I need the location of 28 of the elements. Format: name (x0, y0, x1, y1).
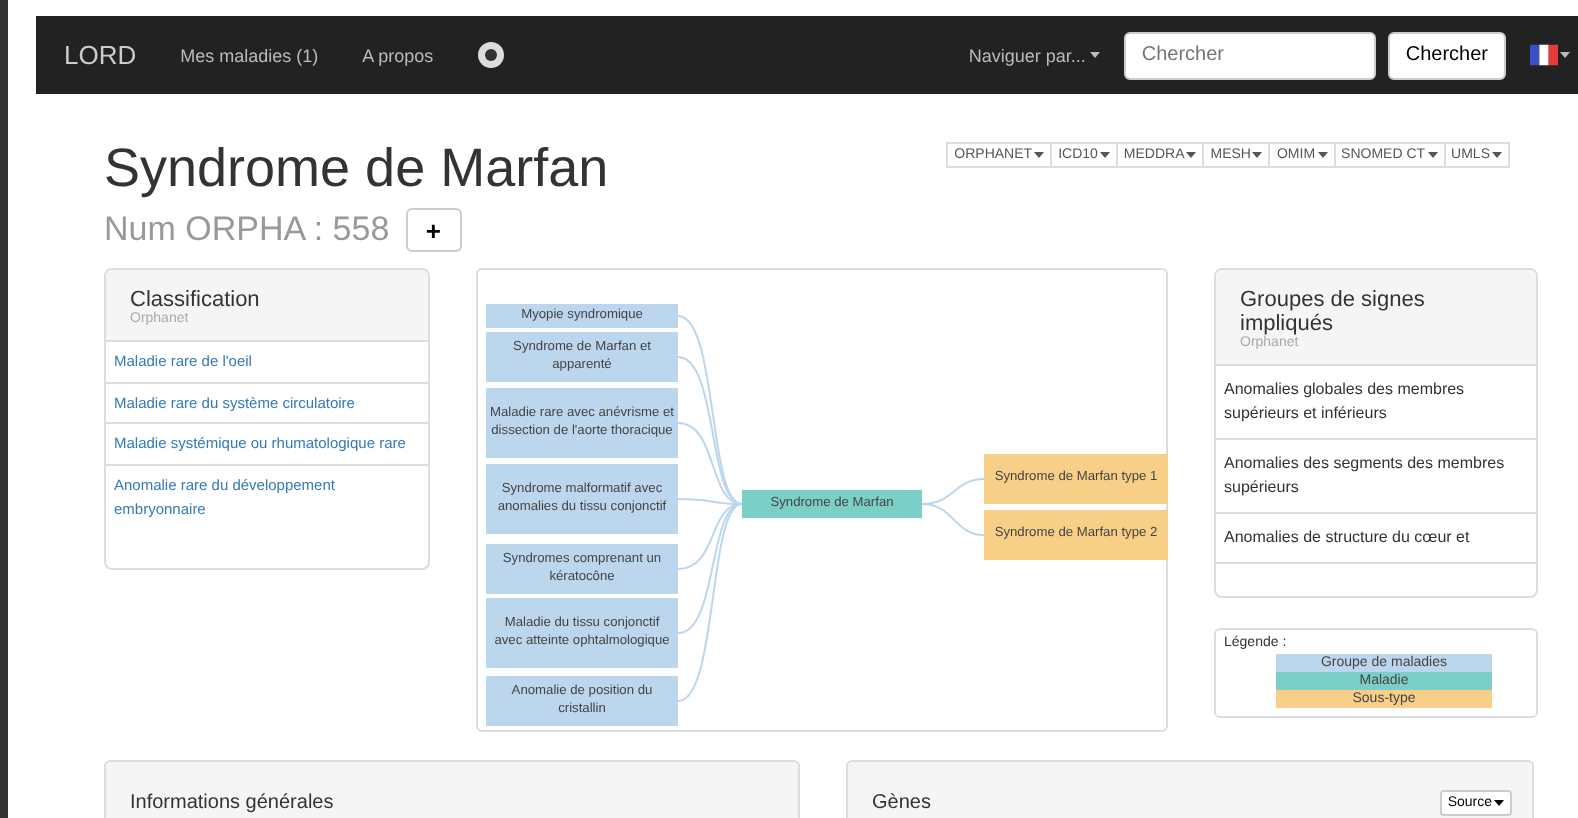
caret-icon (1317, 152, 1328, 158)
caret-icon (1494, 799, 1504, 805)
panel-title: Classification (130, 288, 262, 312)
language-dropdown[interactable] (1530, 44, 1570, 66)
add-button[interactable]: + (405, 208, 462, 252)
brand-link[interactable]: LORD (64, 40, 137, 70)
caret-icon (1099, 152, 1110, 158)
connector-line (921, 503, 985, 536)
nav-link[interactable]: Mes maladies (1) (180, 45, 319, 65)
caret-icon (1252, 152, 1263, 158)
page-title: Syndrome de Marfan (104, 138, 609, 200)
caret-icon (1427, 152, 1438, 158)
search-button[interactable]: Chercher (1387, 31, 1506, 79)
caret-icon (1089, 52, 1100, 58)
sign-group-item[interactable]: Anomalies globales des membres supérieurs et inférieurs (1216, 366, 1536, 440)
caret-icon (1492, 152, 1502, 158)
nav-link[interactable]: A propos (362, 45, 434, 65)
caret-icon (1560, 52, 1570, 58)
orpha-number: Num ORPHA : 558 (104, 210, 390, 250)
panel-title: Groupes de signes impliqués (1240, 288, 1427, 336)
sign-group-item[interactable]: Anomalies des segments des membres supérieurs (1216, 440, 1536, 514)
browse-dropdown[interactable]: Naviguer par... (968, 45, 1100, 65)
caret-icon (1034, 152, 1045, 158)
panel-title: Gènes (872, 791, 931, 813)
panel-title: Informations générales (130, 791, 334, 813)
caret-icon (1186, 152, 1197, 158)
sign-group-item[interactable]: Anomalies de structure du cœur et (1216, 514, 1536, 564)
search-field[interactable]: Chercher (1123, 31, 1376, 79)
